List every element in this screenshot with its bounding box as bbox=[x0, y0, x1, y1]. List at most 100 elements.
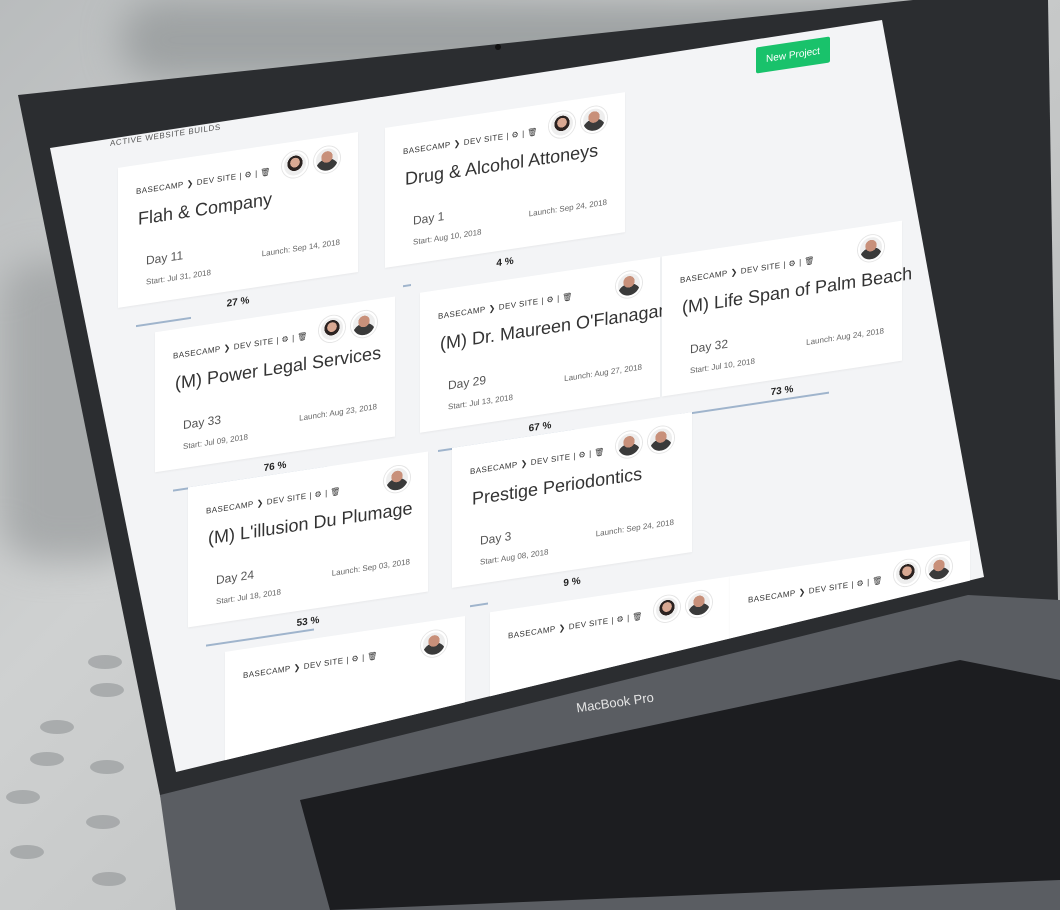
avatar-group bbox=[319, 309, 377, 344]
gear-icon[interactable]: | ⚙ bbox=[346, 654, 359, 665]
start-date: Start: Aug 10, 2018 bbox=[413, 227, 482, 247]
crumb-basecamp[interactable]: BASECAMP bbox=[680, 269, 728, 285]
launch-date: Launch: Sep 24, 2018 bbox=[595, 517, 674, 539]
crumb-basecamp[interactable]: BASECAMP bbox=[243, 664, 291, 680]
crumb-dev-site[interactable]: DEV SITE bbox=[741, 261, 781, 276]
chevron-right-icon: ❯ bbox=[223, 342, 231, 354]
breadcrumb: BASECAMP ❯ DEV SITE | ⚙ | 🗑 bbox=[508, 611, 643, 640]
trash-icon[interactable]: | 🗑 bbox=[867, 576, 883, 587]
crumb-basecamp[interactable]: BASECAMP bbox=[470, 460, 518, 476]
crumb-basecamp[interactable]: BASECAMP bbox=[136, 180, 184, 196]
launch-date: Launch: Aug 27, 2018 bbox=[564, 362, 642, 384]
chevron-right-icon: ❯ bbox=[293, 662, 301, 673]
crumb-dev-site[interactable]: DEV SITE bbox=[499, 297, 539, 312]
trash-icon[interactable]: | 🗑 bbox=[255, 167, 271, 178]
breadcrumb: BASECAMP ❯ DEV SITE | ⚙ | 🗑 bbox=[243, 651, 378, 680]
chevron-right-icon: ❯ bbox=[730, 267, 738, 278]
crumb-dev-site[interactable]: DEV SITE bbox=[304, 656, 344, 671]
launch-date: Launch: Aug 23, 2018 bbox=[299, 402, 377, 423]
avatar[interactable] bbox=[686, 589, 712, 619]
avatar[interactable] bbox=[581, 104, 607, 135]
launch-date: Launch: Sep 03, 2018 bbox=[331, 557, 410, 578]
crumb-dev-site[interactable]: DEV SITE bbox=[569, 617, 609, 632]
chevron-right-icon: ❯ bbox=[256, 498, 264, 509]
launch-date: Launch: Sep 14, 2018 bbox=[261, 237, 340, 259]
gear-icon[interactable]: | ⚙ bbox=[309, 489, 322, 500]
gear-icon[interactable]: | ⚙ bbox=[541, 295, 554, 306]
start-date: Start: Jul 09, 2018 bbox=[183, 432, 248, 452]
progress-bar bbox=[470, 602, 488, 608]
project-card[interactable]: BASECAMP ❯ DEV SITE | ⚙ | 🗑 (M) Life Span of… bbox=[662, 220, 912, 416]
gear-icon[interactable]: | ⚙ bbox=[851, 578, 864, 589]
avatar[interactable] bbox=[282, 149, 308, 180]
avatar[interactable] bbox=[384, 464, 410, 495]
avatar-group bbox=[549, 104, 607, 140]
gear-icon[interactable]: | ⚙ bbox=[239, 170, 252, 181]
chevron-right-icon: ❯ bbox=[520, 458, 528, 469]
crumb-basecamp[interactable]: BASECAMP bbox=[173, 344, 221, 360]
avatar-group bbox=[654, 589, 712, 624]
crumb-basecamp[interactable]: BASECAMP bbox=[508, 624, 556, 640]
project-card[interactable]: BASECAMP ❯ DEV SITE | ⚙ | 🗑 Flah & Company D… bbox=[118, 131, 358, 328]
avatar[interactable] bbox=[858, 233, 884, 264]
trash-icon[interactable]: | 🗑 bbox=[627, 611, 643, 622]
avatar[interactable] bbox=[894, 557, 920, 588]
trash-icon[interactable]: | 🗑 bbox=[589, 447, 605, 458]
progress-label: 73 % bbox=[770, 383, 794, 399]
avatar-group bbox=[282, 144, 340, 180]
crumb-dev-site[interactable]: DEV SITE bbox=[809, 581, 849, 596]
start-date: Start: Jul 31, 2018 bbox=[146, 267, 211, 287]
project-card[interactable]: BASECAMP ❯ DEV SITE | ⚙ | 🗑 Drug & Alcohol A… bbox=[385, 92, 625, 288]
avatar[interactable] bbox=[616, 269, 642, 300]
avatar[interactable] bbox=[351, 309, 377, 340]
gear-icon[interactable]: | ⚙ bbox=[611, 614, 624, 625]
avatar[interactable] bbox=[654, 593, 680, 624]
chevron-right-icon: ❯ bbox=[488, 303, 496, 314]
avatar[interactable] bbox=[319, 313, 345, 344]
crumb-basecamp[interactable]: BASECAMP bbox=[438, 305, 486, 321]
gear-icon[interactable]: | ⚙ bbox=[506, 130, 519, 141]
crumb-basecamp[interactable]: BASECAMP bbox=[206, 500, 254, 516]
new-project-button[interactable]: New Project bbox=[756, 36, 830, 74]
breadcrumb: BASECAMP ❯ DEV SITE | ⚙ | 🗑 bbox=[748, 576, 883, 605]
project-card[interactable]: BASECAMP ❯ DEV SITE | ⚙ | 🗑 (M) Power Legal … bbox=[155, 296, 395, 492]
trash-icon[interactable]: | 🗑 bbox=[362, 651, 378, 662]
avatar[interactable] bbox=[314, 144, 340, 175]
trash-icon[interactable]: | 🗑 bbox=[292, 331, 308, 342]
trash-icon[interactable]: | 🗑 bbox=[325, 487, 341, 498]
crumb-basecamp[interactable]: BASECAMP bbox=[403, 140, 451, 156]
project-day: Day 33 bbox=[183, 412, 222, 433]
trash-icon[interactable]: | 🗑 bbox=[557, 292, 573, 303]
launch-date: Launch: Aug 24, 2018 bbox=[806, 326, 884, 347]
start-date: Start: Jul 10, 2018 bbox=[690, 356, 755, 376]
crumb-dev-site[interactable]: DEV SITE bbox=[197, 172, 237, 187]
project-day: Day 3 bbox=[480, 529, 512, 548]
launch-date: Launch: Sep 24, 2018 bbox=[528, 197, 607, 219]
crumb-dev-site[interactable]: DEV SITE bbox=[267, 492, 307, 507]
avatar-group bbox=[858, 233, 884, 264]
gear-icon[interactable]: | ⚙ bbox=[783, 258, 796, 269]
chevron-right-icon: ❯ bbox=[558, 622, 566, 633]
avatar[interactable] bbox=[616, 429, 642, 460]
avatar[interactable] bbox=[421, 628, 447, 659]
crumb-dev-site[interactable]: DEV SITE bbox=[531, 452, 571, 467]
avatar[interactable] bbox=[648, 424, 674, 455]
avatar-group bbox=[421, 628, 447, 659]
start-date: Start: Jul 18, 2018 bbox=[216, 587, 281, 607]
crumb-dev-site[interactable]: DEV SITE bbox=[234, 337, 274, 352]
chevron-right-icon: ❯ bbox=[453, 138, 461, 149]
avatar[interactable] bbox=[926, 553, 952, 584]
gear-icon[interactable]: | ⚙ bbox=[276, 334, 289, 345]
avatar[interactable] bbox=[549, 109, 575, 140]
trash-icon[interactable]: | 🗑 bbox=[799, 256, 815, 267]
crumb-basecamp[interactable]: BASECAMP bbox=[748, 589, 796, 605]
start-date: Start: Aug 08, 2018 bbox=[480, 547, 549, 567]
project-card[interactable]: BASECAMP ❯ DEV SITE | ⚙ | 🗑 (M) Dr. Maureen … bbox=[420, 256, 669, 453]
trash-icon[interactable]: | 🗑 bbox=[522, 127, 538, 138]
gear-icon[interactable]: | ⚙ bbox=[573, 450, 586, 461]
project-day: Day 24 bbox=[216, 567, 255, 588]
chevron-right-icon: ❯ bbox=[798, 587, 806, 598]
start-date: Start: Jul 13, 2018 bbox=[448, 392, 513, 412]
crumb-dev-site[interactable]: DEV SITE bbox=[464, 132, 504, 147]
project-name[interactable]: Flah & Company bbox=[138, 189, 272, 230]
